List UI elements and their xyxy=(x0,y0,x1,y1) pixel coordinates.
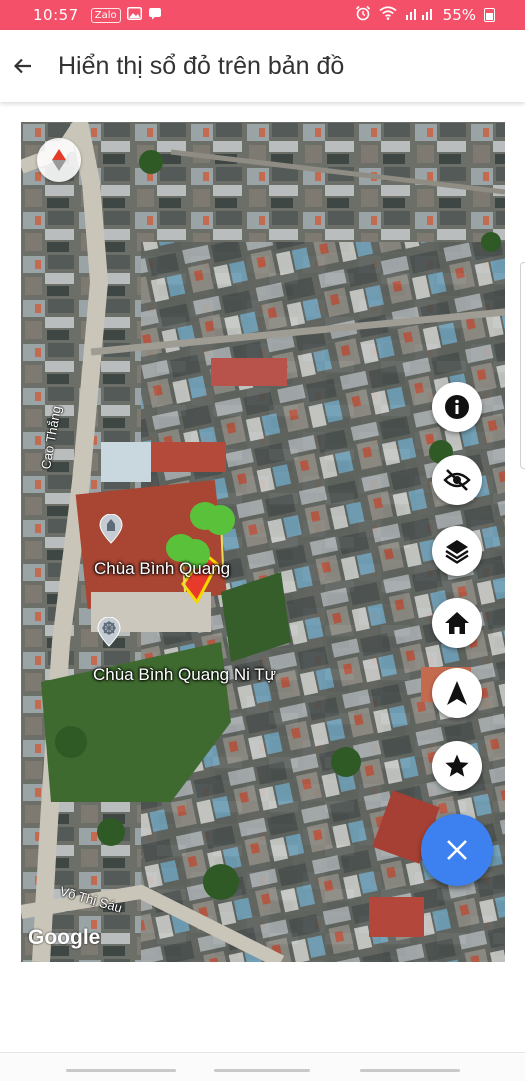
land-parcel-marker[interactable] xyxy=(161,492,251,612)
navigate-button[interactable] xyxy=(432,668,482,718)
eye-off-icon xyxy=(443,469,471,491)
compass-button[interactable] xyxy=(37,138,81,182)
image-icon xyxy=(126,6,142,24)
battery-icon xyxy=(484,8,495,22)
home-icon xyxy=(445,612,469,634)
star-icon xyxy=(445,754,469,777)
nav-home-button[interactable] xyxy=(214,1069,310,1072)
nav-recent-button[interactable] xyxy=(66,1069,176,1072)
temple-icon[interactable] xyxy=(98,514,124,544)
wifi-icon xyxy=(379,6,397,24)
info-button[interactable] xyxy=(432,382,482,432)
arrow-left-icon xyxy=(13,58,31,74)
compass-icon xyxy=(52,149,66,171)
google-attribution: Google xyxy=(28,926,101,949)
layers-icon xyxy=(445,540,469,564)
navigation-bar xyxy=(0,1052,525,1081)
message-icon xyxy=(148,6,162,24)
close-fab-button[interactable] xyxy=(421,814,493,886)
info-icon xyxy=(445,395,469,419)
battery-percent: 55% xyxy=(442,6,476,24)
signal-icon xyxy=(405,6,435,24)
place-label: Chùa Bình Quang xyxy=(94,559,231,578)
alarm-icon xyxy=(355,5,371,25)
dharma-wheel-icon[interactable] xyxy=(96,617,122,647)
favorite-button[interactable] xyxy=(432,741,482,791)
side-panel-handle[interactable] xyxy=(520,262,525,469)
back-button[interactable] xyxy=(1,44,45,88)
status-bar: 10:57 Zalo 55% xyxy=(0,0,525,30)
zalo-icon: Zalo xyxy=(90,7,121,23)
layers-button[interactable] xyxy=(432,526,482,576)
place-label: Chùa Bình Quang Ni Tự xyxy=(93,665,277,684)
close-icon xyxy=(447,840,467,860)
home-button[interactable] xyxy=(432,598,482,648)
page-title: Hiển thị sổ đỏ trên bản đồ xyxy=(58,51,345,80)
app-bar: Hiển thị sổ đỏ trên bản đồ xyxy=(0,30,525,102)
visibility-toggle-button[interactable] xyxy=(432,455,482,505)
nav-back-button[interactable] xyxy=(360,1069,460,1072)
clock: 10:57 xyxy=(33,6,79,24)
navigation-arrow-icon xyxy=(447,681,467,705)
map-view[interactable]: Cao Thắng Võ Thị Sáu Chùa Bình Quang Chù… xyxy=(21,122,505,962)
